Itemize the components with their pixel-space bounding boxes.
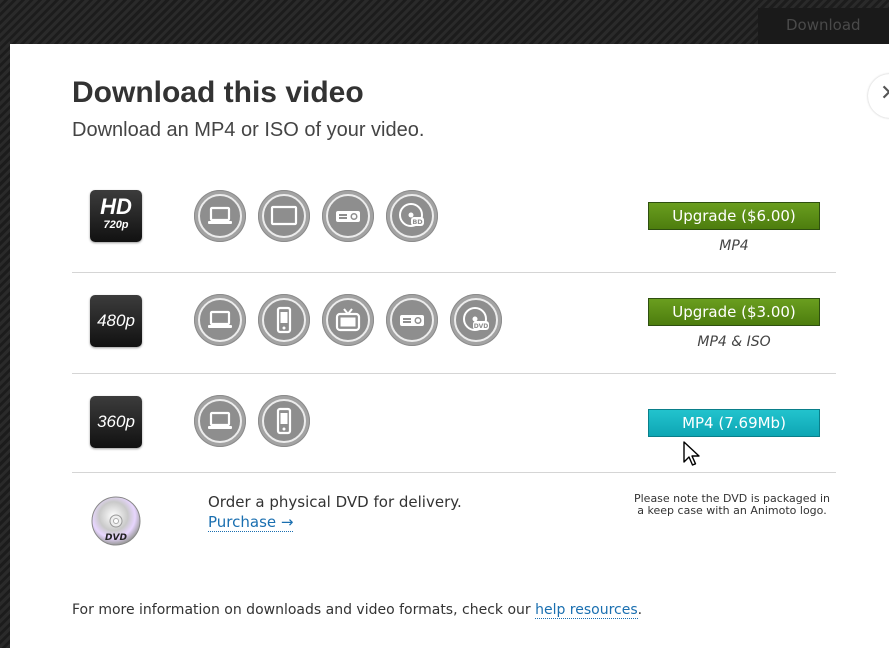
dvd-order-row: DVD Order a physical DVD for delivery. P… [72, 493, 836, 553]
page-background-header [0, 0, 889, 44]
download-header-button[interactable]: Download [758, 8, 889, 44]
purchase-dvd-link[interactable]: Purchase → [208, 513, 294, 532]
quality-row-480p: 480p DVD Upgrade ($3.00) MP4 & ISO [72, 273, 836, 374]
quality-badge-480p: 480p [90, 295, 142, 347]
quality-row-360p: 360p MP4 (7.69Mb) [72, 374, 836, 473]
dvd-order-text-block: Order a physical DVD for delivery. Purch… [208, 493, 462, 532]
quality-badge-360p: 360p [90, 396, 142, 448]
close-icon: ✕ [880, 83, 889, 105]
phone-icon [258, 294, 310, 346]
quality-badge-720p: HD 720p [90, 190, 142, 242]
tv-icon [322, 294, 374, 346]
help-resources-link[interactable]: help resources [535, 602, 638, 619]
dvd-order-text: Order a physical DVD for delivery. [208, 493, 462, 511]
projector-icon [322, 190, 374, 242]
help-footer: For more information on downloads and vi… [72, 602, 643, 619]
laptop-icon [194, 190, 246, 242]
projector-icon [386, 294, 438, 346]
bluray-disc-icon: BD [386, 190, 438, 242]
close-button[interactable]: ✕ [868, 74, 889, 118]
dvd-packaging-note: Please note the DVD is packaged in a kee… [633, 492, 831, 517]
footer-text: For more information on downloads and vi… [72, 602, 536, 618]
monitor-icon [258, 190, 310, 242]
dvd-disc-icon: DVD [450, 294, 502, 346]
footer-suffix: . [637, 602, 643, 618]
format-label-720p: MP4 [719, 238, 749, 254]
download-mp4-button[interactable]: MP4 (7.69Mb) [648, 409, 820, 437]
mouse-cursor-icon [683, 441, 700, 466]
download-modal: ✕ Download this video Download an MP4 or… [10, 44, 889, 648]
quality-row-720p: HD 720p BD Upgrade ($6.00) MP4 [72, 182, 836, 273]
modal-subtitle: Download an MP4 or ISO of your video. [72, 119, 425, 141]
svg-text:BD: BD [412, 218, 423, 226]
upgrade-720p-button[interactable]: Upgrade ($6.00) [648, 202, 820, 230]
laptop-icon [194, 395, 246, 447]
svg-text:DVD: DVD [105, 533, 127, 543]
upgrade-480p-button[interactable]: Upgrade ($3.00) [648, 298, 820, 326]
page-background-left [0, 0, 10, 648]
phone-icon [258, 395, 310, 447]
format-label-480p: MP4 & ISO [697, 334, 771, 350]
dvd-disc-icon: DVD [90, 495, 142, 547]
modal-title: Download this video [72, 76, 364, 109]
svg-text:DVD: DVD [474, 323, 489, 330]
laptop-icon [194, 294, 246, 346]
